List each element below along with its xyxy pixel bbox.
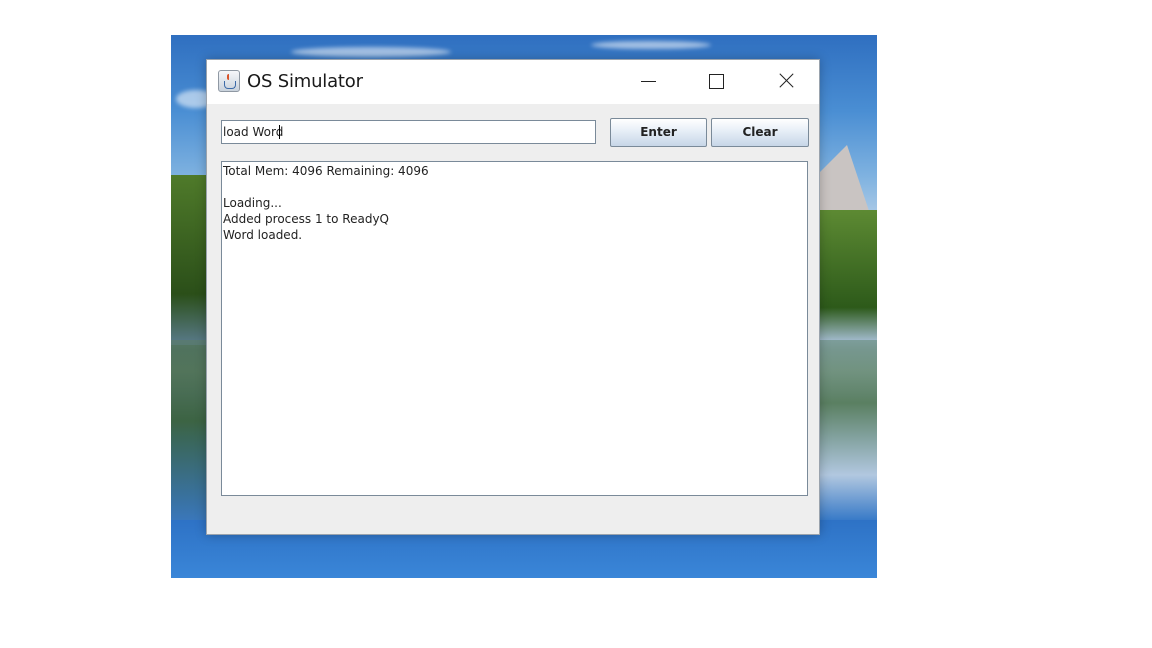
close-button[interactable] (763, 60, 809, 104)
forest-image (171, 175, 211, 345)
console-line: Added process 1 to ReadyQ (223, 212, 389, 226)
title-bar[interactable]: OS Simulator (207, 60, 819, 104)
console-line: Total Mem: 4096 Remaining: 4096 (223, 164, 429, 178)
enter-button[interactable]: Enter (610, 118, 707, 147)
minimize-icon (641, 81, 656, 82)
os-simulator-window: OS Simulator Enter Clear Total Mem: 4096… (206, 59, 820, 535)
minimize-button[interactable] (625, 60, 671, 104)
maximize-button[interactable] (693, 60, 739, 104)
clear-button[interactable]: Clear (711, 118, 809, 147)
desktop: OS Simulator Enter Clear Total Mem: 4096… (0, 0, 1152, 648)
console-line: Loading... (223, 196, 282, 210)
forest-image (817, 210, 877, 340)
window-title: OS Simulator (247, 71, 363, 92)
console-line: Word loaded. (223, 228, 303, 242)
text-caret (279, 125, 280, 139)
lake-reflection-image (171, 340, 211, 520)
command-input[interactable] (221, 120, 596, 144)
maximize-icon (709, 74, 724, 89)
java-cup-icon[interactable] (218, 70, 240, 92)
lake-reflection-image (817, 340, 877, 520)
output-console[interactable]: Total Mem: 4096 Remaining: 4096 Loading.… (221, 161, 808, 496)
